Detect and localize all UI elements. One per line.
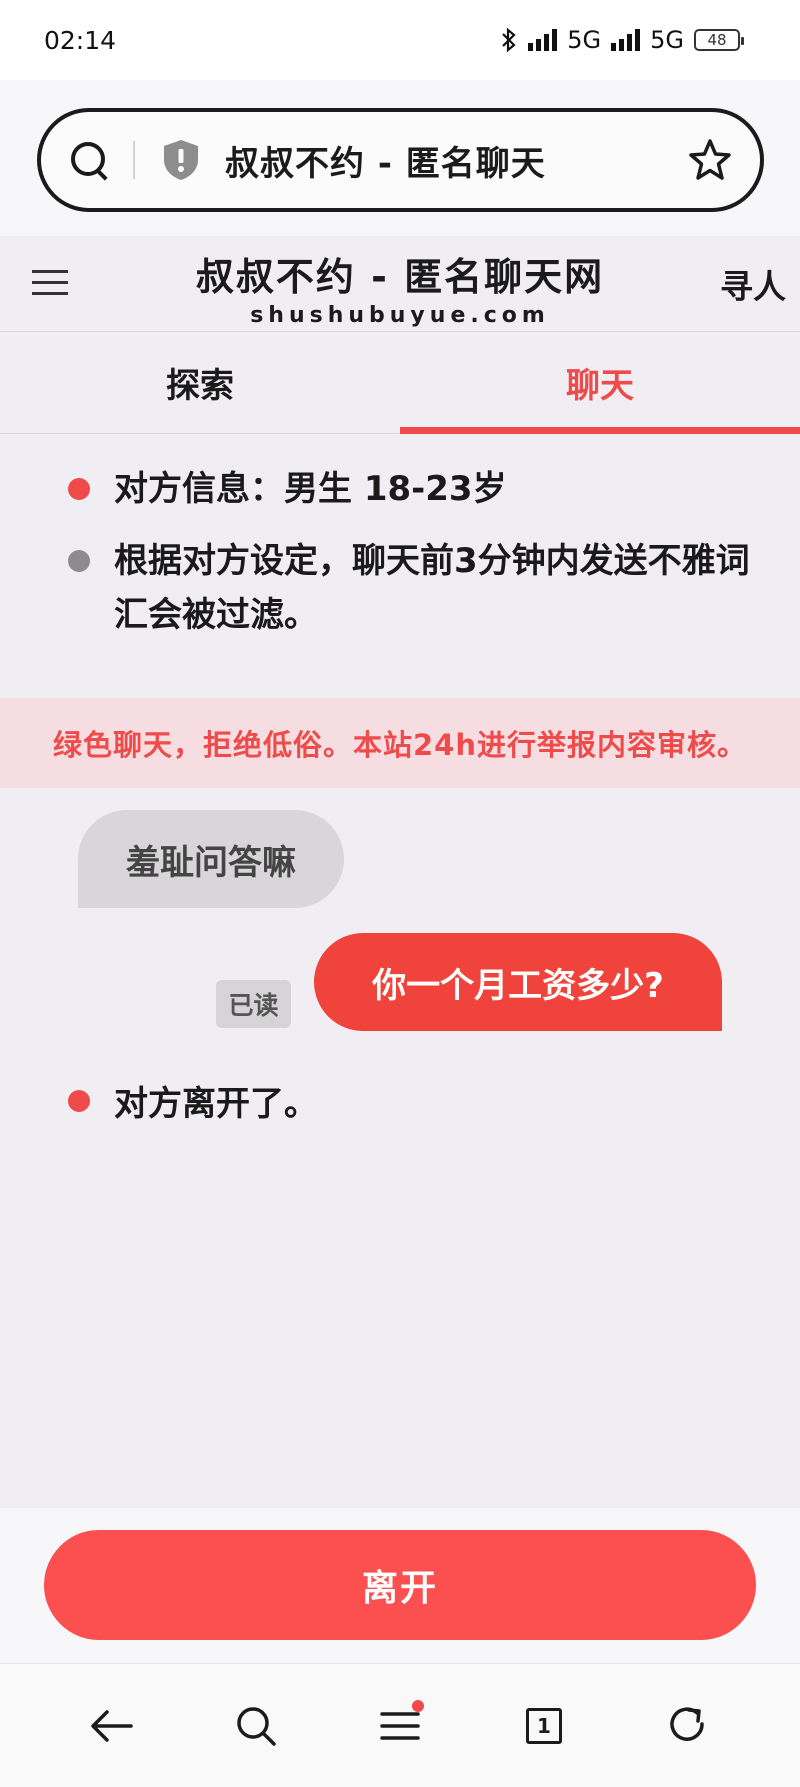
tab-explore[interactable]: 探索 <box>0 332 400 433</box>
back-button[interactable] <box>82 1696 142 1756</box>
moderation-banner: 绿色聊天，拒绝低俗。本站24h进行举报内容审核。 <box>0 698 800 788</box>
site-header: 叔叔不约 - 匿名聊天网 shushubuyue.com 寻人 <box>0 236 800 332</box>
address-divider <box>133 141 135 179</box>
shield-icon[interactable] <box>161 138 201 182</box>
search-icon[interactable] <box>69 140 109 180</box>
menu-icon <box>380 1711 420 1740</box>
outgoing-message[interactable]: 你一个月工资多少? <box>314 933 722 1031</box>
red-dot-icon <box>68 478 90 500</box>
signal-icon <box>528 29 558 51</box>
tab-bar: 探索 聊天 <box>0 332 800 434</box>
chat-info: 对方信息：男生 18-23岁 根据对方设定，聊天前3分钟内发送不雅词汇会被过滤。 <box>68 462 758 660</box>
browser-toolbar: 叔叔不约 - 匿名聊天 <box>0 80 800 236</box>
address-title: 叔叔不约 - 匿名聊天 <box>225 143 546 184</box>
star-icon[interactable] <box>688 138 732 182</box>
back-arrow-icon <box>91 1709 133 1742</box>
status-bar: 02:14 5G 5G 48 <box>0 0 800 80</box>
gray-dot-icon <box>68 550 90 572</box>
filter-notice: 根据对方设定，聊天前3分钟内发送不雅词汇会被过滤。 <box>68 534 758 642</box>
site-logo[interactable]: 叔叔不约 - 匿名聊天网 shushubuyue.com <box>0 246 800 328</box>
status-time: 02:14 <box>44 25 117 55</box>
incoming-message[interactable]: 羞耻问答嘛 <box>78 810 344 908</box>
address-bar[interactable]: 叔叔不约 - 匿名聊天 <box>37 108 764 212</box>
menu-button[interactable] <box>370 1696 430 1756</box>
signal-icon <box>611 29 641 51</box>
status-icons: 5G 5G 48 <box>500 26 744 54</box>
tabs-button[interactable]: 1 <box>514 1696 574 1756</box>
notification-dot <box>412 1699 424 1712</box>
leave-bar: 离开 <box>0 1508 800 1663</box>
partner-info-text: 对方信息：男生 18-23岁 <box>114 469 507 509</box>
tab-chat[interactable]: 聊天 <box>400 332 800 434</box>
partner-left-text: 对方离开了。 <box>114 1084 318 1124</box>
partner-left-notice: 对方离开了。 <box>68 1076 318 1125</box>
network-label-2: 5G <box>650 26 684 54</box>
refresh-icon <box>670 1707 704 1741</box>
battery-icon: 48 <box>694 29 744 51</box>
search-icon <box>237 1706 276 1746</box>
tabs-icon: 1 <box>526 1707 562 1744</box>
read-receipt-badge: 已读 <box>216 980 291 1028</box>
filter-notice-text: 根据对方设定，聊天前3分钟内发送不雅词汇会被过滤。 <box>114 541 750 635</box>
network-label-1: 5G <box>567 26 602 54</box>
find-people-link[interactable]: 寻人 <box>720 260 786 308</box>
leave-button[interactable]: 离开 <box>44 1530 756 1640</box>
bluetooth-icon <box>502 27 516 53</box>
refresh-button[interactable] <box>658 1696 718 1756</box>
browser-bottom-nav: 1 <box>0 1663 800 1787</box>
site-domain: shushubuyue.com <box>250 303 550 328</box>
red-dot-icon <box>68 1089 90 1112</box>
search-button[interactable] <box>226 1696 286 1756</box>
partner-info: 对方信息：男生 18-23岁 <box>68 462 758 516</box>
site-title: 叔叔不约 - 匿名聊天网 <box>195 255 605 299</box>
